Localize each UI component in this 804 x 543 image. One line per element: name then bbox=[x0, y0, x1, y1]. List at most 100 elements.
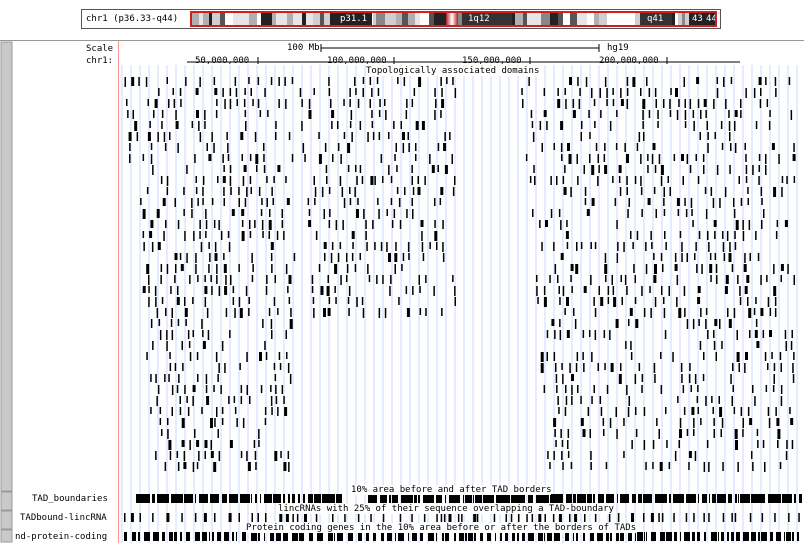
tad-feature bbox=[340, 275, 342, 285]
tad-feature bbox=[657, 110, 659, 119]
tad-feature bbox=[690, 198, 693, 208]
tad-feature bbox=[565, 385, 567, 393]
tad-feature bbox=[222, 154, 224, 163]
tad-feature bbox=[184, 385, 186, 394]
tad-feature bbox=[651, 154, 654, 164]
tad-feature bbox=[713, 341, 716, 350]
tad-feature bbox=[213, 462, 217, 472]
protein-coding-feature bbox=[727, 532, 729, 541]
tad-feature bbox=[709, 264, 713, 273]
track-canvas[interactable] bbox=[0, 41, 804, 543]
tad-boundaries-track-label[interactable]: TAD_boundaries bbox=[32, 494, 108, 504]
tad-feature bbox=[769, 308, 772, 316]
lincrna-feature bbox=[538, 513, 542, 522]
tad-feature bbox=[634, 176, 637, 184]
tad-feature bbox=[626, 154, 629, 163]
tad-feature bbox=[652, 440, 655, 449]
tad-feature bbox=[262, 231, 264, 238]
tadbound-lincrna-track-label[interactable]: TADbound-lincRNA bbox=[20, 513, 107, 523]
protein-coding-feature bbox=[565, 532, 569, 541]
tad-feature bbox=[279, 363, 282, 370]
lincrna-feature bbox=[673, 513, 675, 522]
tad-feature bbox=[346, 253, 348, 262]
tad-feature bbox=[369, 77, 372, 85]
tad-feature bbox=[407, 242, 410, 252]
tad-feature bbox=[768, 121, 771, 130]
tad-feature bbox=[635, 407, 637, 415]
tad-feature bbox=[452, 187, 455, 196]
tad-feature bbox=[213, 385, 215, 392]
tad-feature bbox=[389, 286, 391, 296]
tad-feature bbox=[256, 165, 258, 172]
tad-feature bbox=[163, 231, 165, 241]
tad-feature bbox=[669, 110, 672, 117]
tad-feature bbox=[702, 154, 705, 162]
tad-feature bbox=[442, 220, 444, 229]
protein-coding-feature bbox=[317, 532, 323, 541]
tad-feature bbox=[681, 242, 683, 252]
tad-feature bbox=[362, 88, 364, 97]
tad-feature bbox=[210, 275, 212, 282]
tad-feature bbox=[258, 440, 260, 447]
tad-feature bbox=[200, 242, 203, 252]
tad-boundary-block bbox=[322, 494, 335, 503]
tad-feature bbox=[215, 352, 218, 362]
tad-feature bbox=[225, 308, 228, 317]
tad-feature bbox=[406, 308, 410, 317]
tad-feature bbox=[623, 451, 625, 458]
tad-feature bbox=[243, 99, 246, 107]
tad-feature bbox=[559, 297, 561, 305]
tad-feature bbox=[700, 308, 702, 317]
tad-feature bbox=[569, 77, 572, 85]
tad-feature bbox=[647, 154, 649, 161]
tad-feature bbox=[171, 308, 173, 318]
lincrna-feature bbox=[411, 513, 413, 522]
tad-feature bbox=[394, 154, 396, 161]
lincrna-feature bbox=[617, 513, 620, 522]
chromosome-ideogram-panel[interactable]: chr1 (p36.33-q44) p31.1 1q12 q41 43 44 bbox=[81, 9, 721, 29]
tad-feature bbox=[742, 418, 744, 428]
tad-feature bbox=[610, 363, 614, 372]
tad-feature bbox=[707, 132, 709, 140]
tad-feature bbox=[173, 99, 176, 108]
tad-feature bbox=[286, 198, 290, 205]
tad-feature bbox=[765, 154, 767, 164]
tad-feature bbox=[735, 220, 739, 230]
tad-feature bbox=[249, 220, 251, 229]
tad-feature bbox=[784, 330, 787, 339]
chromosome-ideogram[interactable]: p31.1 1q12 q41 43 44 bbox=[190, 11, 717, 27]
tad-feature bbox=[693, 429, 695, 436]
tad-feature bbox=[654, 264, 657, 274]
tad-feature bbox=[217, 374, 219, 382]
tad-feature bbox=[716, 77, 719, 84]
tad-feature bbox=[707, 330, 709, 339]
tad-feature bbox=[337, 253, 340, 262]
tad-feature bbox=[451, 154, 453, 164]
tad-feature bbox=[681, 253, 683, 262]
protein-coding-track-label[interactable]: nd-protein-coding bbox=[15, 532, 107, 542]
tad-feature bbox=[793, 275, 795, 285]
tad-feature bbox=[603, 429, 605, 436]
tad-feature bbox=[362, 308, 365, 318]
tad-feature bbox=[712, 407, 714, 414]
tad-feature bbox=[228, 242, 231, 252]
protein-coding-feature bbox=[792, 532, 794, 541]
tad-feature bbox=[791, 440, 794, 449]
tad-feature bbox=[161, 429, 163, 436]
tad-feature bbox=[660, 253, 663, 261]
protein-coding-feature bbox=[770, 532, 773, 541]
tad-feature bbox=[166, 176, 169, 186]
tad-feature bbox=[441, 88, 443, 97]
tad-feature bbox=[249, 231, 252, 238]
protein-coding-feature bbox=[674, 532, 677, 541]
tad-feature bbox=[590, 242, 592, 249]
tad-feature bbox=[169, 352, 171, 359]
genome-browser-image[interactable]: Scale 100 Mb hg19 chr1: 50,000,000 100,0… bbox=[0, 40, 804, 543]
tad-feature bbox=[177, 220, 180, 229]
tad-feature bbox=[721, 341, 723, 349]
tad-feature bbox=[142, 286, 146, 293]
lincrna-feature bbox=[734, 513, 737, 522]
tad-feature bbox=[234, 77, 237, 86]
tad-feature bbox=[578, 99, 581, 109]
tad-feature bbox=[775, 231, 778, 239]
